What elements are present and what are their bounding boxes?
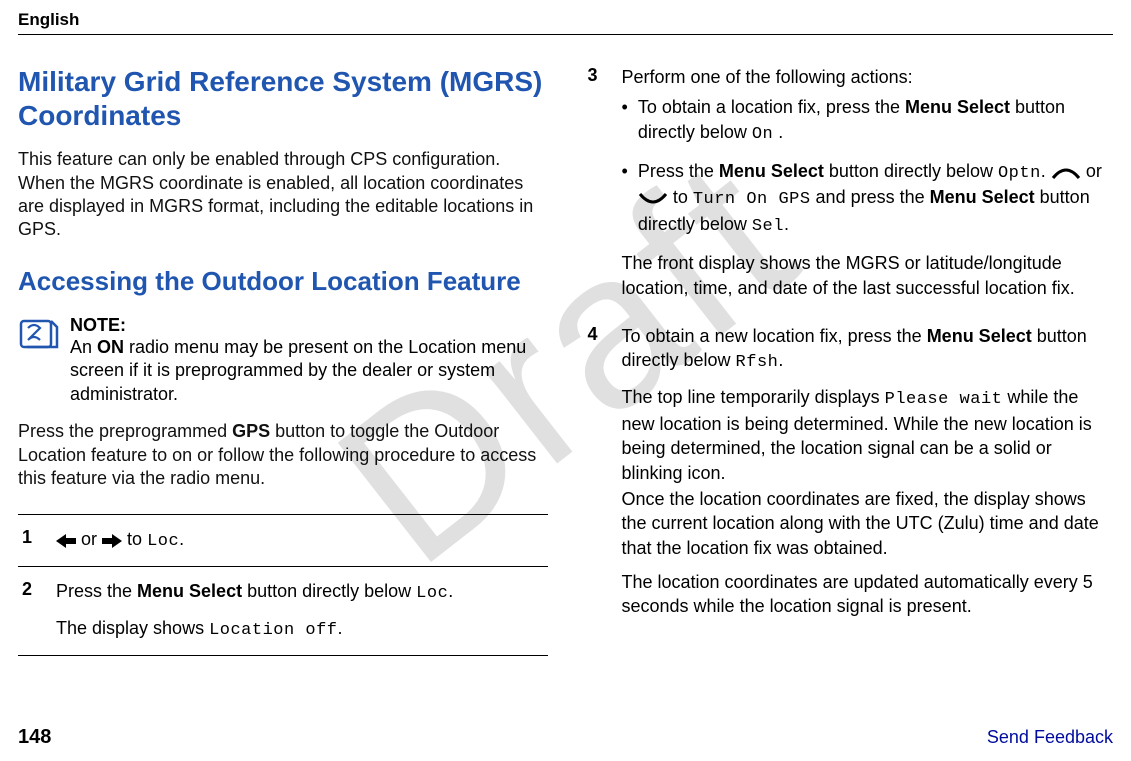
step-4: 4 To obtain a new location fix, press th… <box>584 312 1114 631</box>
list-item: • To obtain a location fix, press the Me… <box>622 95 1110 146</box>
step-number: 2 <box>22 579 42 643</box>
step-3-options: • To obtain a location fix, press the Me… <box>622 95 1110 239</box>
right-column: 3 Perform one of the following actions: … <box>584 65 1114 656</box>
bullet-icon: • <box>622 159 628 240</box>
step-3-body: Perform one of the following actions: • … <box>622 65 1110 300</box>
arrow-left-icon <box>56 529 81 549</box>
note-block: NOTE: An ON radio menu may be present on… <box>18 315 548 406</box>
note-icon <box>18 315 60 351</box>
step-1-body: or to Loc. <box>56 527 544 554</box>
arrow-right-icon <box>102 529 127 549</box>
list-item: • Press the Menu Select button directly … <box>622 159 1110 240</box>
step-1: 1 or to Loc. <box>18 514 548 566</box>
gps-toggle-instruction: Press the preprogrammed GPS button to to… <box>18 420 548 490</box>
step-number: 4 <box>588 324 608 619</box>
step-number: 1 <box>22 527 42 554</box>
step-2: 2 Press the Menu Select button directly … <box>18 566 548 656</box>
note-content: NOTE: An ON radio menu may be present on… <box>70 315 548 406</box>
page-footer: 148 Send Feedback <box>18 726 1113 749</box>
step-3: 3 Perform one of the following actions: … <box>584 65 1114 312</box>
mgrs-description: This feature can only be enabled through… <box>18 148 548 242</box>
note-title: NOTE: <box>70 315 548 336</box>
page-number: 148 <box>18 726 51 749</box>
arrow-up-icon <box>1051 161 1081 181</box>
step-4-body: To obtain a new location fix, press the … <box>622 324 1110 619</box>
arrow-down-icon <box>638 187 668 207</box>
step-number: 3 <box>588 65 608 300</box>
left-column: Military Grid Reference System (MGRS) Co… <box>18 65 548 656</box>
send-feedback-link[interactable]: Send Feedback <box>987 727 1113 748</box>
heading-outdoor-location: Accessing the Outdoor Location Feature <box>18 266 548 297</box>
bullet-icon: • <box>622 95 628 146</box>
step-2-body: Press the Menu Select button directly be… <box>56 579 544 643</box>
language-label: English <box>18 10 1113 35</box>
heading-mgrs: Military Grid Reference System (MGRS) Co… <box>18 65 548 132</box>
note-body: An ON radio menu may be present on the L… <box>70 336 548 406</box>
